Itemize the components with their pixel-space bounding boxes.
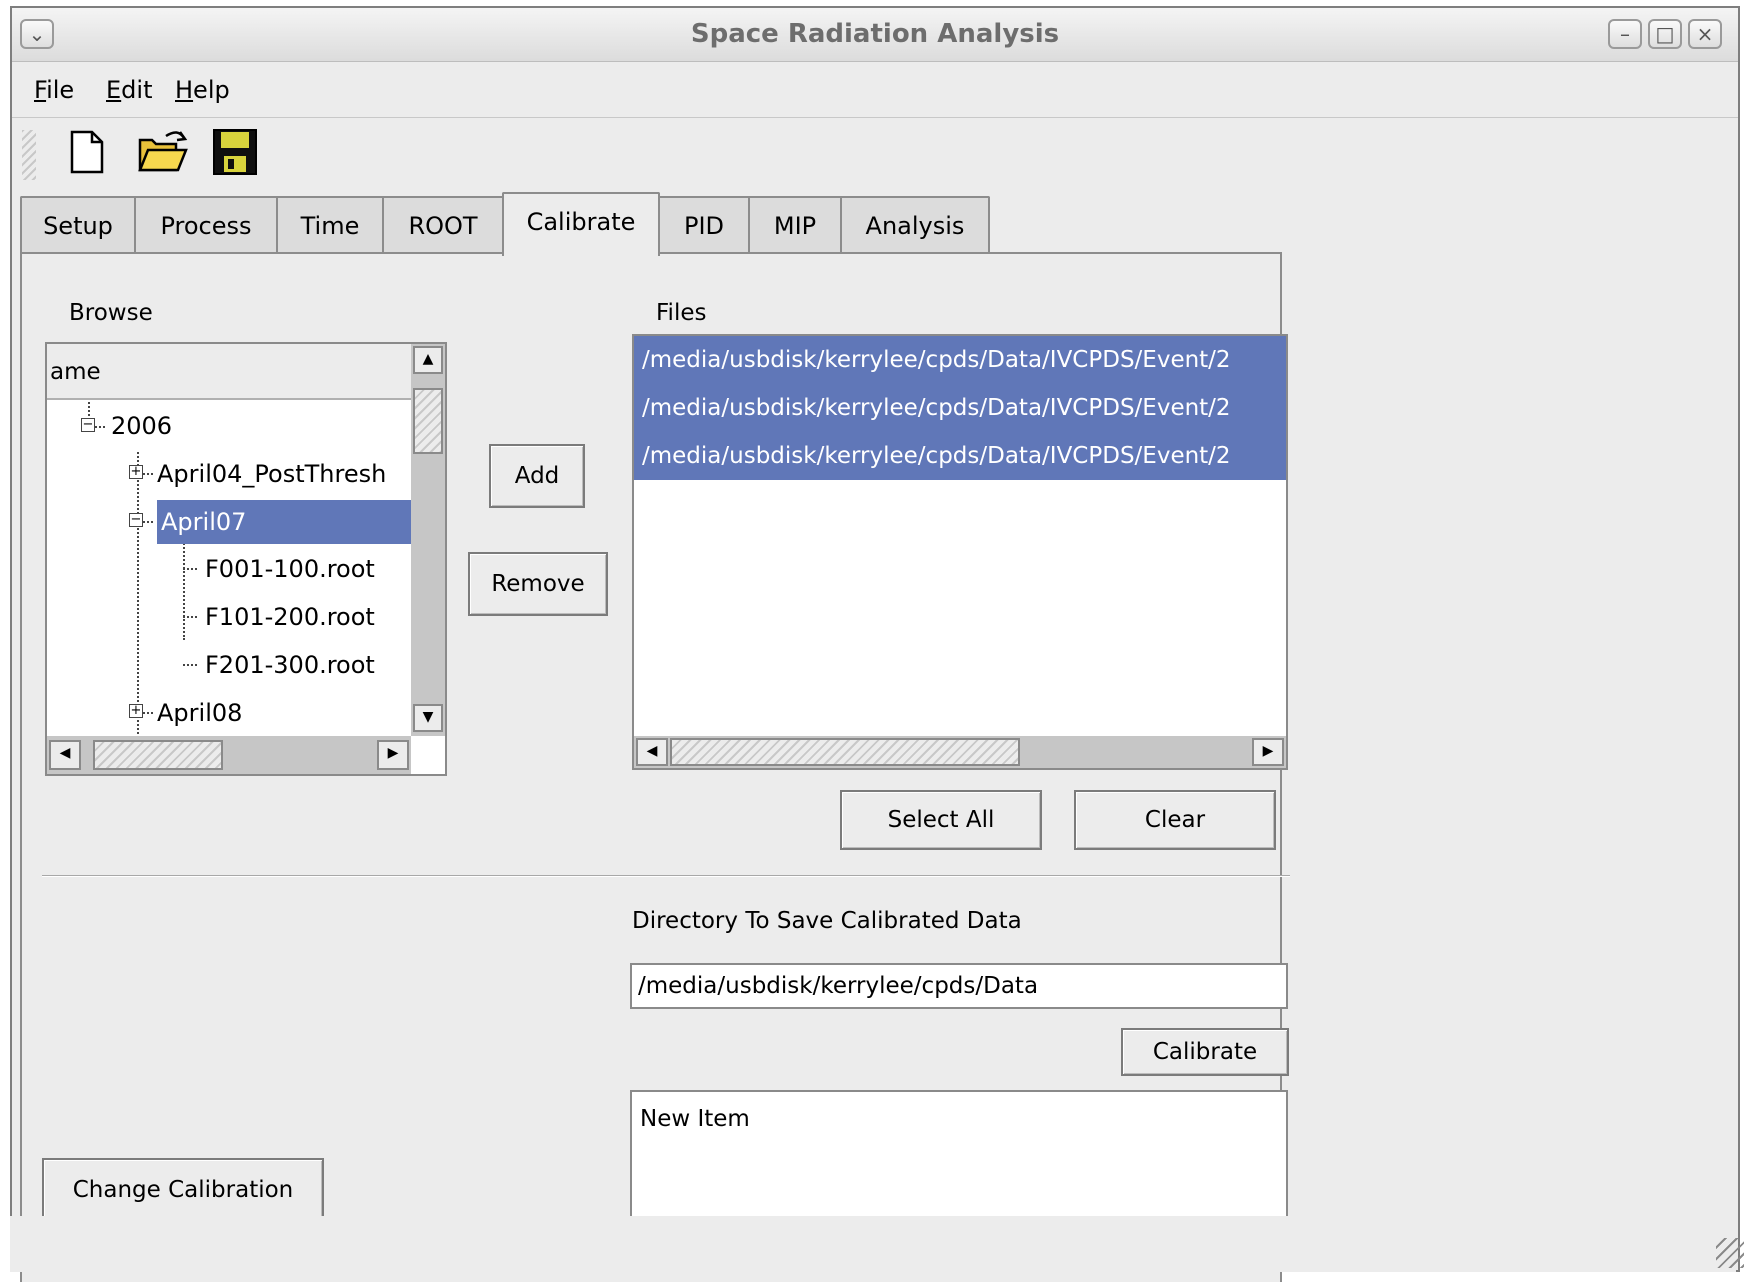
save-directory-input[interactable]: /media/usbdisk/kerrylee/cpds/Data [630, 963, 1288, 1009]
calibrate-button[interactable]: Calibrate [1121, 1028, 1289, 1076]
menu-help-mnemonic: H [175, 76, 194, 104]
tree-connector [183, 568, 197, 570]
files-list[interactable]: /media/usbdisk/kerrylee/cpds/Data/IVCPDS… [632, 334, 1288, 770]
tree-item-f101-200[interactable]: F101-200.root [205, 595, 375, 639]
menu-file-mnemonic: F [34, 76, 47, 104]
tree-connector [143, 712, 153, 714]
menu-edit-mnemonic: E [106, 76, 122, 104]
browse-label: Browse [69, 300, 153, 326]
menu-bar: File Edit Help [12, 62, 1738, 118]
menu-file[interactable]: File [34, 62, 74, 118]
menu-help-label: elp [193, 76, 230, 104]
tab-calibrate[interactable]: Calibrate [502, 192, 660, 256]
tree-connector [143, 473, 153, 475]
save-directory-label: Directory To Save Calibrated Data [632, 908, 1022, 934]
tab-root[interactable]: ROOT [382, 196, 504, 252]
tree-item-f001-100[interactable]: F001-100.root [205, 547, 375, 591]
tree-connector [183, 616, 197, 618]
tree-connector [95, 426, 105, 428]
add-button[interactable]: Add [489, 444, 585, 508]
minimize-icon[interactable]: – [1608, 19, 1642, 49]
menu-file-label: ile [46, 76, 75, 104]
save-disk-icon[interactable] [210, 126, 260, 178]
files-scroll-thumb[interactable] [670, 738, 1020, 766]
tree-connector [143, 521, 153, 523]
tab-pid[interactable]: PID [658, 196, 750, 252]
tree-h-scroll-thumb[interactable] [93, 740, 223, 770]
tree-connector [88, 402, 90, 416]
clear-button[interactable]: Clear [1074, 790, 1276, 850]
maximize-icon[interactable]: □ [1648, 19, 1682, 49]
resize-grip-icon[interactable] [1716, 1238, 1744, 1268]
collapse-icon[interactable]: − [129, 513, 143, 527]
browse-tree[interactable]: ame − 2006 + April04_PostThresh − April0… [45, 342, 447, 776]
remove-button[interactable]: Remove [468, 552, 608, 616]
tree-item-2006[interactable]: 2006 [111, 404, 172, 448]
menu-help[interactable]: Help [175, 62, 230, 118]
tab-process[interactable]: Process [134, 196, 278, 252]
title-bar[interactable]: ⌄ Space Radiation Analysis – □ × [12, 8, 1738, 62]
window-title: Space Radiation Analysis [690, 19, 1060, 49]
output-box[interactable]: New Item [630, 1090, 1288, 1230]
menu-edit[interactable]: Edit [106, 62, 152, 118]
tree-item-f201-300[interactable]: F201-300.root [205, 643, 375, 687]
tab-mip[interactable]: MIP [748, 196, 842, 252]
file-row[interactable]: /media/usbdisk/kerrylee/cpds/Data/IVCPDS… [634, 336, 1286, 384]
expand-icon[interactable]: + [129, 465, 143, 479]
toolbar [12, 120, 1738, 184]
scroll-right-icon[interactable]: ▶ [377, 740, 409, 770]
tree-item-april07[interactable]: April07 [157, 500, 411, 544]
section-divider [42, 875, 1290, 877]
file-row[interactable]: /media/usbdisk/kerrylee/cpds/Data/IVCPDS… [634, 384, 1286, 432]
window-bottom-strip [10, 1216, 1736, 1272]
scroll-left-icon[interactable]: ◀ [49, 740, 81, 770]
tree-item-april04-postthresh[interactable]: April04_PostThresh [157, 452, 386, 496]
menu-edit-label: dit [121, 76, 153, 104]
tree-connector [137, 452, 139, 774]
files-label: Files [656, 300, 707, 326]
tab-analysis[interactable]: Analysis [840, 196, 990, 252]
tab-time[interactable]: Time [276, 196, 384, 252]
tree-scroll-thumb[interactable] [413, 388, 443, 454]
scroll-up-icon[interactable]: ▲ [413, 346, 443, 374]
scroll-left-icon[interactable]: ◀ [636, 738, 668, 766]
change-calibration-button[interactable]: Change Calibration [42, 1158, 324, 1222]
toolbar-grip[interactable] [22, 130, 36, 180]
expand-icon[interactable]: + [129, 704, 143, 718]
close-icon[interactable]: × [1688, 19, 1722, 49]
scroll-down-icon[interactable]: ▼ [413, 704, 443, 732]
collapse-icon[interactable]: − [81, 418, 95, 432]
new-document-icon[interactable] [62, 126, 112, 178]
select-all-button[interactable]: Select All [840, 790, 1042, 850]
tree-connector [183, 664, 197, 666]
file-row[interactable]: /media/usbdisk/kerrylee/cpds/Data/IVCPDS… [634, 432, 1286, 480]
scroll-right-icon[interactable]: ▶ [1252, 738, 1284, 766]
tree-item-april08[interactable]: April08 [157, 691, 242, 735]
tab-setup[interactable]: Setup [20, 196, 136, 252]
open-folder-icon[interactable] [136, 126, 188, 178]
tree-column-header[interactable]: ame [47, 344, 411, 400]
